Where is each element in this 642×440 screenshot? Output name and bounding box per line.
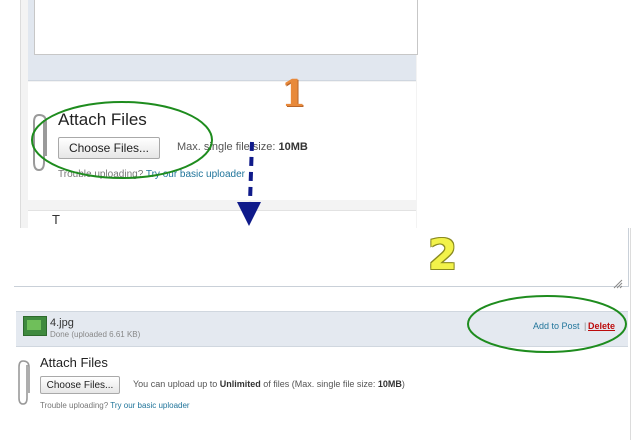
- paperclip-icon: [17, 359, 31, 412]
- upload-status-text: Done (uploaded 6.61 KB): [50, 330, 141, 339]
- link-separator: |: [584, 321, 587, 331]
- post-content-textarea-after[interactable]: [14, 228, 629, 287]
- trouble-uploading-text: Trouble uploading? Try our basic uploade…: [58, 169, 245, 180]
- basic-uploader-link[interactable]: Try our basic uploader: [146, 169, 245, 180]
- max-file-size-text: Max. single file size: 10MB: [177, 141, 308, 153]
- upload-limit-text: You can upload up to Unlimited of files …: [133, 379, 405, 389]
- trouble-uploading-text: Trouble uploading? Try our basic uploade…: [40, 401, 190, 410]
- uploaded-file-name: 4.jpg: [50, 317, 74, 329]
- step-two-marker: 2: [428, 230, 458, 279]
- next-section-box: [28, 210, 416, 229]
- add-to-post-link[interactable]: Add to Post: [533, 321, 580, 331]
- step-one-marker: 1: [281, 73, 307, 115]
- resize-handle-icon[interactable]: [613, 276, 623, 289]
- next-section-partial-text: T: [52, 212, 60, 227]
- basic-uploader-link[interactable]: Try our basic uploader: [110, 401, 189, 410]
- paperclip-icon: [31, 112, 49, 179]
- image-thumbnail-preview: [27, 320, 41, 330]
- attach-files-heading: Attach Files: [58, 110, 147, 129]
- attach-files-heading: Attach Files: [40, 355, 108, 370]
- choose-files-button[interactable]: Choose Files...: [40, 376, 120, 394]
- post-content-textarea[interactable]: [34, 0, 418, 55]
- delete-file-link[interactable]: Delete: [588, 321, 615, 331]
- choose-files-button[interactable]: Choose Files...: [58, 137, 160, 159]
